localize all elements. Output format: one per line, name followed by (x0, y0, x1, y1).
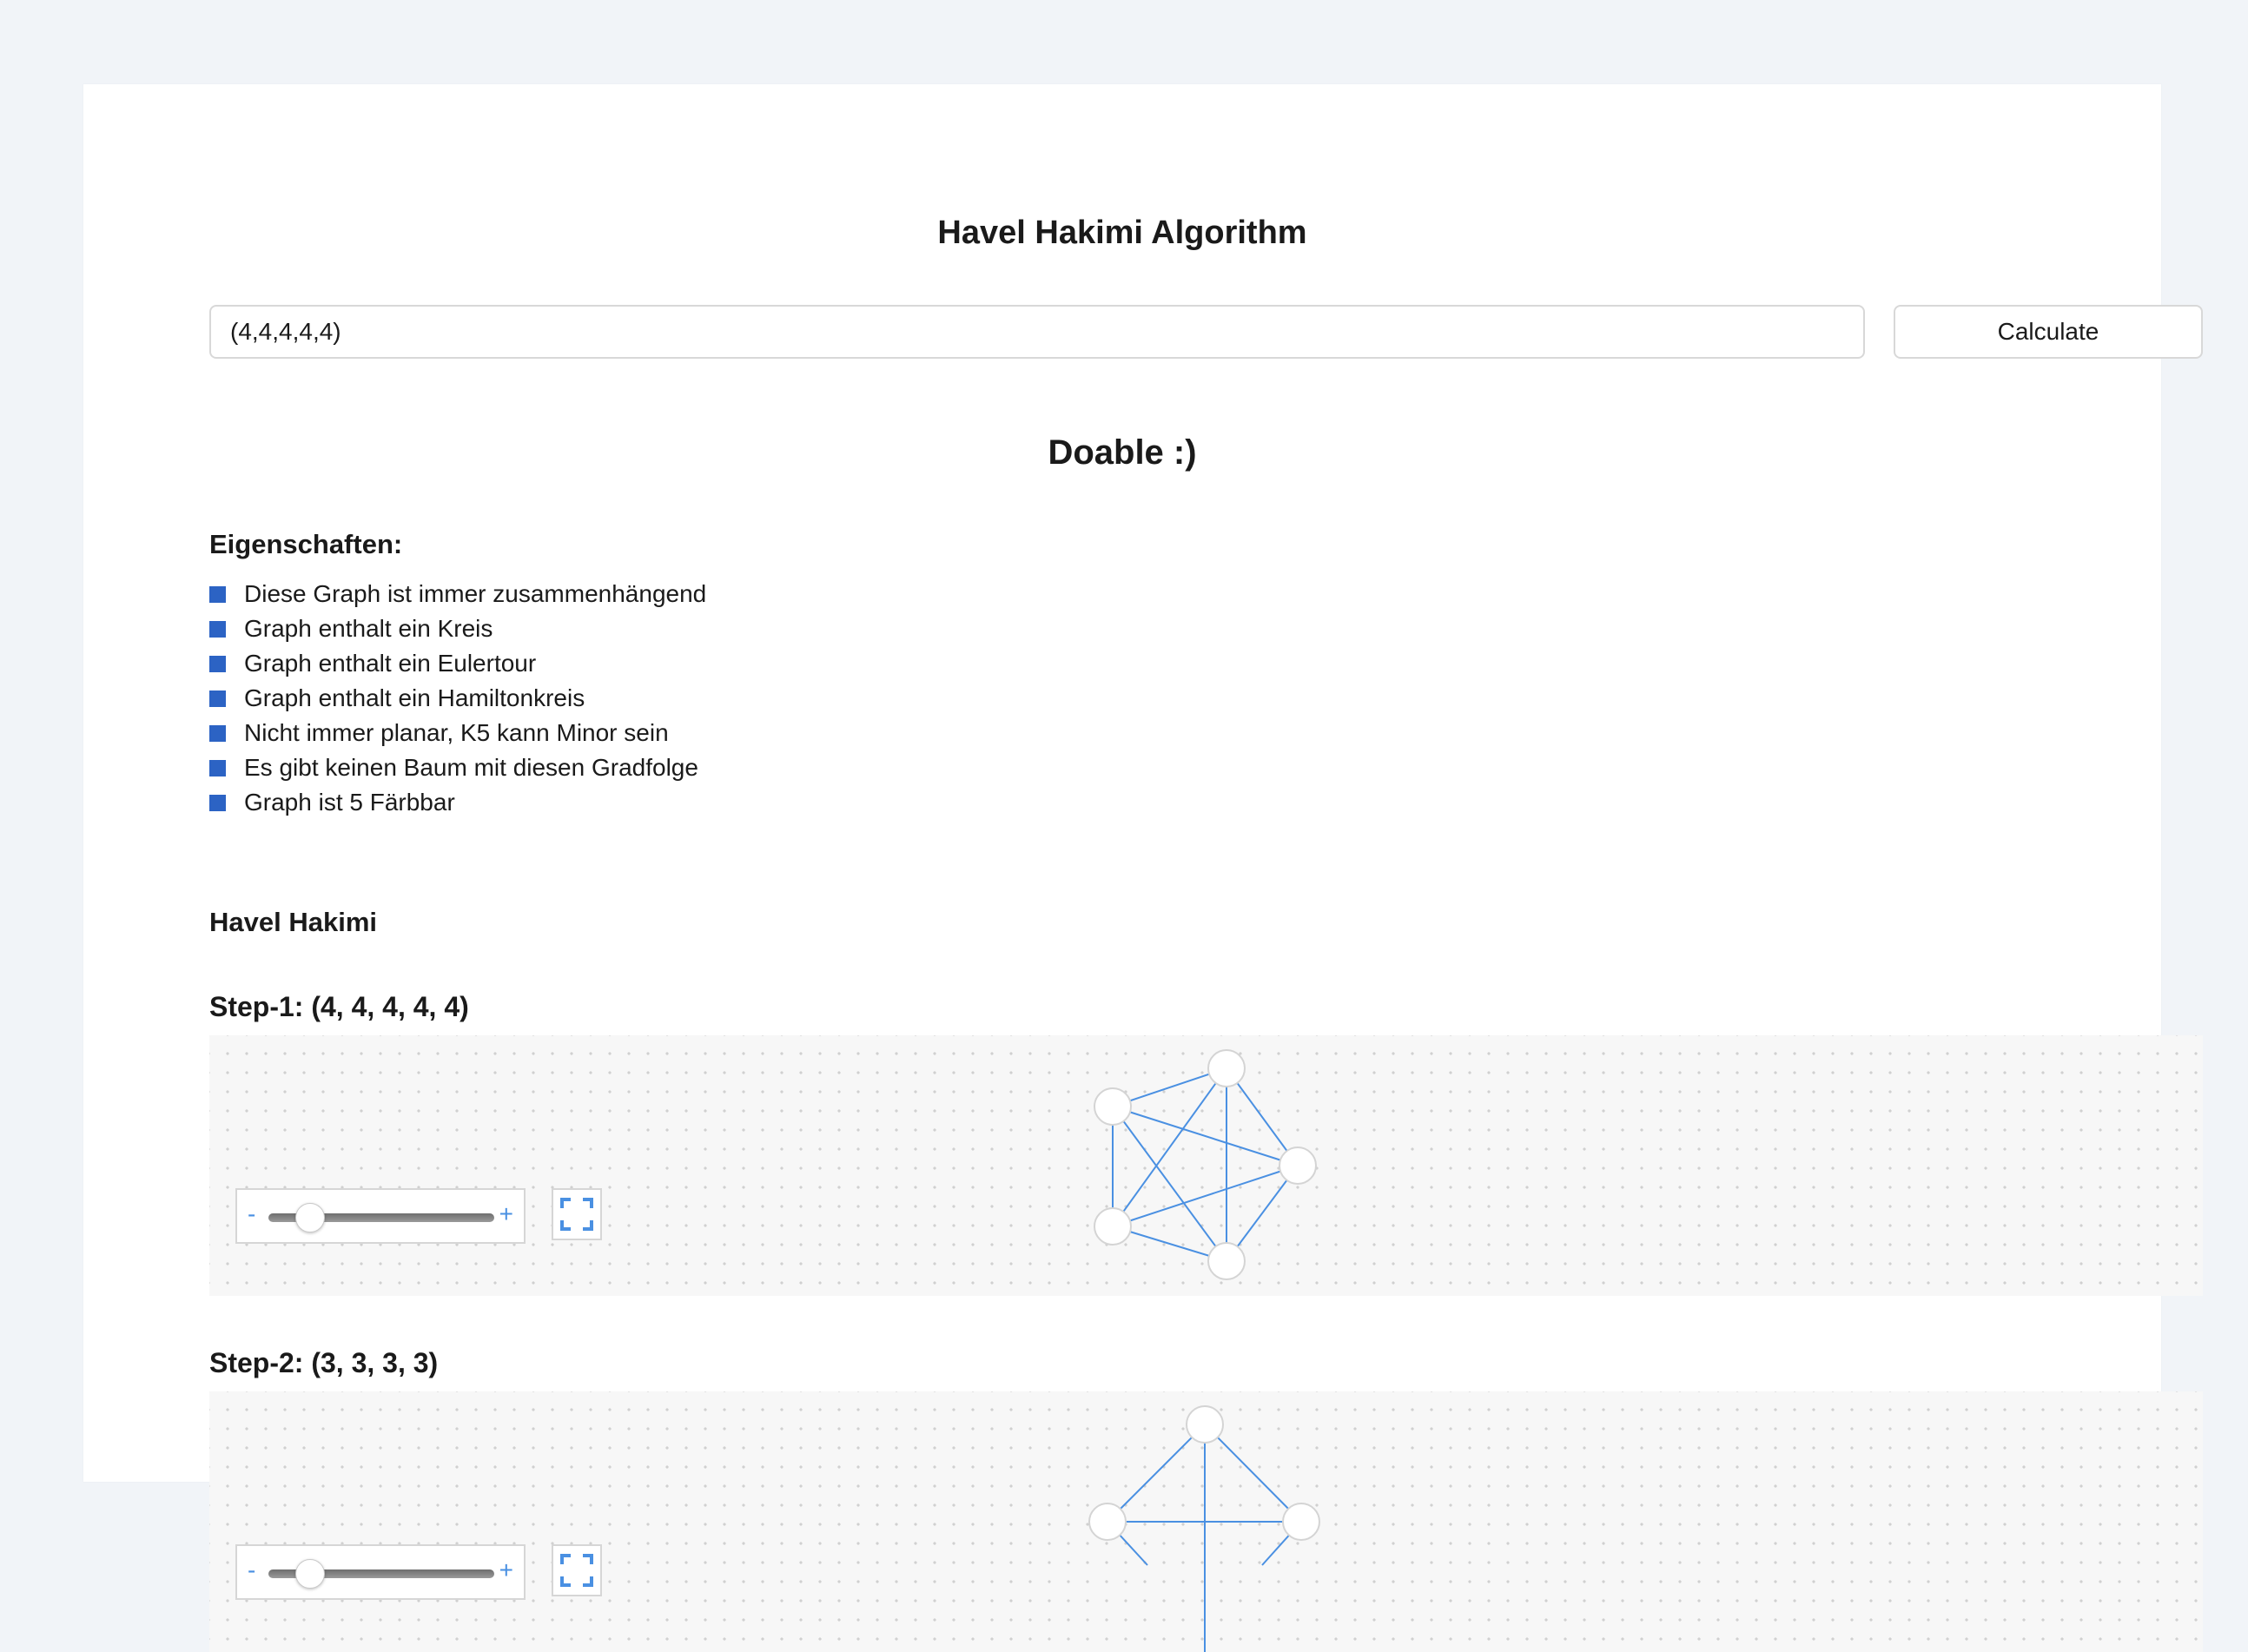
graph-edges (1112, 1067, 1299, 1262)
result-text: Doable :) (1048, 433, 1197, 472)
zoom-out-button[interactable]: - (248, 1200, 255, 1228)
zoom-control: - + (235, 1544, 526, 1600)
graph-edge (1204, 1424, 1302, 1523)
zoom-control: - + (235, 1188, 526, 1244)
graph-node[interactable] (1207, 1242, 1246, 1280)
degree-sequence-input[interactable] (209, 305, 1865, 359)
step-1-graph[interactable] (209, 1035, 2203, 1296)
property-text: Graph enthalt ein Hamiltonkreis (244, 684, 585, 711)
square-bullet-icon (209, 655, 226, 672)
property-text: Nicht immer planar, K5 kann Minor sein (244, 719, 669, 746)
graph-node[interactable] (1094, 1087, 1132, 1126)
main-card: Havel Hakimi Algorithm Calculate Doable … (83, 84, 2203, 1652)
square-bullet-icon (209, 724, 226, 742)
property-text: Graph enthalt ein Eulertour (244, 650, 537, 677)
graph-edges (1107, 1424, 1302, 1652)
graph-edge (1112, 1165, 1299, 1227)
zoom-in-button[interactable]: + (499, 1556, 513, 1584)
list-item: Graph enthalt ein Hamiltonkreis (209, 681, 706, 716)
property-text: Graph ist 5 Färbbar (244, 789, 455, 816)
list-item: Nicht immer planar, K5 kann Minor sein (209, 716, 706, 750)
graph-edge (1112, 1067, 1227, 1227)
zoom-out-button[interactable]: - (248, 1556, 255, 1584)
square-bullet-icon (209, 794, 226, 811)
step-2-heading: Step-2: (3, 3, 3, 3) (209, 1347, 439, 1378)
graph-node[interactable] (1207, 1049, 1246, 1087)
fullscreen-button[interactable] (552, 1188, 602, 1240)
graph-node[interactable] (1282, 1503, 1320, 1541)
list-item: Graph enthalt ein Kreis (209, 611, 706, 646)
list-item: Diese Graph ist immer zusammenhängend (209, 577, 706, 611)
fullscreen-button[interactable] (552, 1544, 602, 1596)
property-text: Es gibt keinen Baum mit diesen Gradfolge (244, 754, 698, 781)
graph-edge (1107, 1424, 1206, 1523)
calculate-button[interactable]: Calculate (1894, 305, 2203, 359)
zoom-slider-thumb[interactable] (295, 1203, 325, 1232)
properties-heading: Eigenschaften: (209, 529, 403, 559)
step-1-heading: Step-1: (4, 4, 4, 4, 4) (209, 991, 469, 1022)
property-text: Graph enthalt ein Kreis (244, 615, 493, 642)
graph-node[interactable] (1279, 1146, 1317, 1185)
zoom-slider-thumb[interactable] (295, 1559, 325, 1589)
graph-nodes (1094, 1049, 1317, 1280)
graph-node[interactable] (1088, 1503, 1127, 1541)
graph-edge (1112, 1106, 1299, 1166)
graph-node[interactable] (1094, 1207, 1132, 1246)
property-text: Diese Graph ist immer zusammenhängend (244, 580, 707, 607)
havel-hakimi-heading: Havel Hakimi (209, 907, 377, 937)
square-bullet-icon (209, 759, 226, 776)
fullscreen-icon (560, 1554, 593, 1587)
square-bullet-icon (209, 690, 226, 707)
list-item: Graph enthalt ein Eulertour (209, 646, 706, 681)
square-bullet-icon (209, 585, 226, 603)
fullscreen-icon (560, 1198, 593, 1231)
square-bullet-icon (209, 620, 226, 638)
step-2-graph[interactable] (209, 1391, 2203, 1652)
step-1-graph-canvas[interactable]: - + (209, 1035, 2203, 1296)
list-item: Graph ist 5 Färbbar (209, 785, 706, 820)
graph-edge (1112, 1106, 1227, 1262)
list-item: Es gibt keinen Baum mit diesen Gradfolge (209, 750, 706, 785)
graph-node[interactable] (1186, 1405, 1224, 1444)
properties-list: Diese Graph ist immer zusammenhängend Gr… (209, 577, 706, 820)
step-2-graph-canvas[interactable]: - + (209, 1391, 2203, 1652)
zoom-in-button[interactable]: + (499, 1200, 513, 1228)
page-title: Havel Hakimi Algorithm (937, 215, 1307, 251)
